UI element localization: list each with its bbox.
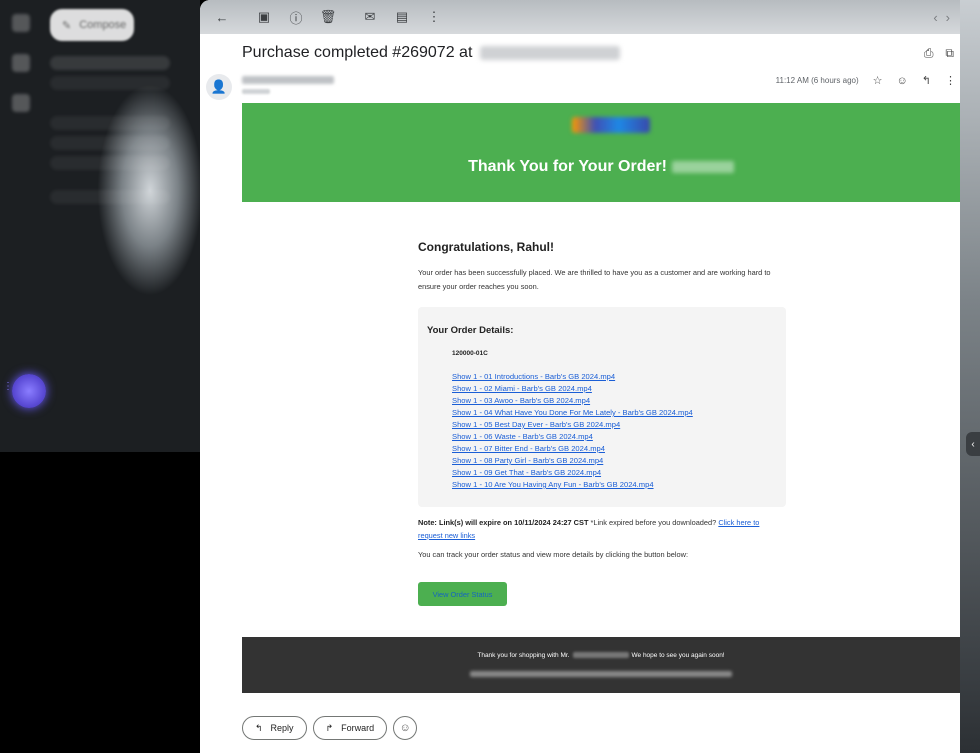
forward-icon: ↱ — [325, 722, 334, 733]
email-content: Congratulations, Rahul! Your order has b… — [418, 240, 786, 294]
footer-thanks: Thank you for shopping with Mr. We hope t… — [242, 652, 960, 659]
sidebar-item-drafts[interactable] — [50, 136, 170, 150]
view-order-status-button[interactable]: View Order Status — [418, 582, 507, 606]
reply-actions: ↰ Reply ↱ Forward ☺ — [242, 716, 418, 740]
redacted-store-name — [572, 652, 629, 659]
emoji-react-button[interactable]: ☺ — [393, 716, 418, 740]
footer-suffix: We hope to see you again soon! — [631, 652, 725, 659]
back-arrow-icon[interactable]: ← — [210, 5, 234, 29]
redacted-store-address — [470, 671, 732, 677]
message-timestamp: 11:12 AM (6 hours ago) — [775, 76, 859, 85]
reply-label: Reply — [270, 723, 294, 733]
reply-icon: ↰ — [255, 722, 263, 733]
compose-label: Compose — [79, 19, 127, 31]
wallpaper-background: ✎ Compose ⋮⋮ — [0, 0, 200, 452]
greeting: Congratulations, Rahul! — [418, 240, 554, 254]
footer-prefix: Thank you for shopping with Mr. — [477, 652, 570, 659]
download-link[interactable]: Show 1 - 06 Waste - Barb's GB 2024.mp4 — [452, 431, 777, 443]
more-options-icon[interactable]: ⋮ — [945, 74, 956, 87]
avatar: 👤 — [206, 74, 232, 100]
reply-button[interactable]: ↰ Reply — [242, 716, 307, 740]
dark-backdrop — [0, 452, 200, 753]
store-logo — [572, 117, 650, 133]
sidebar-item-sent[interactable] — [50, 116, 170, 130]
download-link[interactable]: Show 1 - 03 Awoo - Barb's GB 2024.mp4 — [452, 395, 777, 407]
redacted-recipient[interactable] — [242, 89, 270, 94]
download-link[interactable]: Show 1 - 09 Get That - Barb's GB 2024.mp… — [452, 467, 777, 479]
expiry-note-bold: Note: Link(s) will expire on 10/11/2024 … — [418, 518, 589, 527]
sidebar-item-starred[interactable] — [50, 76, 170, 90]
more-vert-icon[interactable]: ⋮ — [422, 5, 446, 29]
order-details-box: Your Order Details: 120000-01C Show 1 - … — [418, 307, 786, 507]
sidebar-item-inbox[interactable] — [50, 56, 170, 70]
move-to-folder-icon[interactable]: ▤ — [390, 5, 414, 29]
download-link[interactable]: Show 1 - 10 Are You Having Any Fun - Bar… — [452, 479, 777, 491]
report-spam-icon[interactable]: ⓘ — [284, 5, 308, 29]
forward-label: Forward — [341, 723, 375, 733]
print-icon[interactable]: ⎙ — [924, 46, 934, 61]
download-link[interactable]: Show 1 - 05 Best Day Ever - Barb's GB 20… — [452, 419, 777, 431]
open-new-window-icon[interactable]: ⧉ — [945, 46, 954, 61]
assistant-orb-icon[interactable] — [12, 374, 46, 408]
expiry-note: Note: Link(s) will expire on 10/11/2024 … — [418, 516, 786, 542]
download-link[interactable]: Show 1 - 01 Introductions - Barb's GB 20… — [452, 371, 777, 383]
previous-email-icon[interactable]: ‹ — [933, 10, 937, 25]
trash-icon[interactable]: 🗑 — [316, 5, 340, 29]
sidebar-item-more[interactable] — [50, 156, 170, 170]
redacted-sender-name — [242, 76, 334, 84]
meet-app-icon[interactable] — [12, 94, 30, 112]
redacted-merchant-name — [480, 46, 621, 60]
chevron-left-icon: ‹ — [971, 438, 975, 450]
sidebar-labels-header — [50, 190, 170, 204]
banner-title-text: Thank You for Your Order! — [468, 158, 667, 175]
archive-icon[interactable]: ▣ — [252, 5, 276, 29]
mail-app-icon[interactable] — [12, 14, 30, 32]
intro-paragraph: Your order has been successfully placed.… — [418, 268, 771, 291]
email-subject: Purchase completed #269072 at — [242, 44, 473, 61]
sender-row: 👤 11:12 AM (6 hours ago) ☆ ☺ ↰ ⋮ — [200, 72, 960, 100]
download-link[interactable]: Show 1 - 04 What Have You Done For Me La… — [452, 407, 777, 419]
wallpaper-right-strip — [960, 0, 980, 753]
pencil-icon: ✎ — [62, 19, 72, 32]
compose-button[interactable]: ✎ Compose — [50, 9, 134, 41]
star-icon[interactable]: ☆ — [873, 74, 883, 87]
panel-collapse-handle[interactable]: ‹ — [966, 432, 980, 456]
forward-button[interactable]: ↱ Forward — [312, 716, 388, 740]
download-link[interactable]: Show 1 - 02 Miami - Barb's GB 2024.mp4 — [452, 383, 777, 395]
chat-app-icon[interactable] — [12, 54, 30, 72]
reply-icon[interactable]: ↰ — [922, 74, 931, 87]
expiry-note-text: *Link expired before you downloaded? — [588, 518, 719, 527]
order-details-title: Your Order Details: — [427, 325, 514, 336]
track-order-text: You can track your order status and view… — [418, 550, 689, 559]
smiley-icon: ☺ — [399, 722, 411, 734]
redacted-order-number — [671, 160, 734, 173]
order-banner: Thank You for Your Order! — [242, 103, 960, 202]
next-email-icon[interactable]: › — [946, 10, 950, 25]
subject-row: Purchase completed #269072 at ⎙ ⧉ — [200, 34, 960, 72]
email-window: ← ▣ ⓘ 🗑 ✉ ▤ ⋮ ‹ › Purchase completed #26… — [200, 0, 960, 753]
emoji-react-icon[interactable]: ☺ — [897, 75, 908, 87]
download-links-list: Show 1 - 01 Introductions - Barb's GB 20… — [452, 371, 777, 491]
email-toolbar: ← ▣ ⓘ 🗑 ✉ ▤ ⋮ ‹ › — [200, 0, 960, 34]
email-footer: Thank you for shopping with Mr. We hope t… — [242, 637, 960, 693]
download-link[interactable]: Show 1 - 07 Bitter End - Barb's GB 2024.… — [452, 443, 777, 455]
banner-title: Thank You for Your Order! — [242, 158, 960, 176]
order-sku: 120000-01C — [452, 350, 488, 357]
download-link[interactable]: Show 1 - 08 Party Girl - Barb's GB 2024.… — [452, 455, 777, 467]
mark-unread-icon[interactable]: ✉ — [358, 5, 382, 29]
